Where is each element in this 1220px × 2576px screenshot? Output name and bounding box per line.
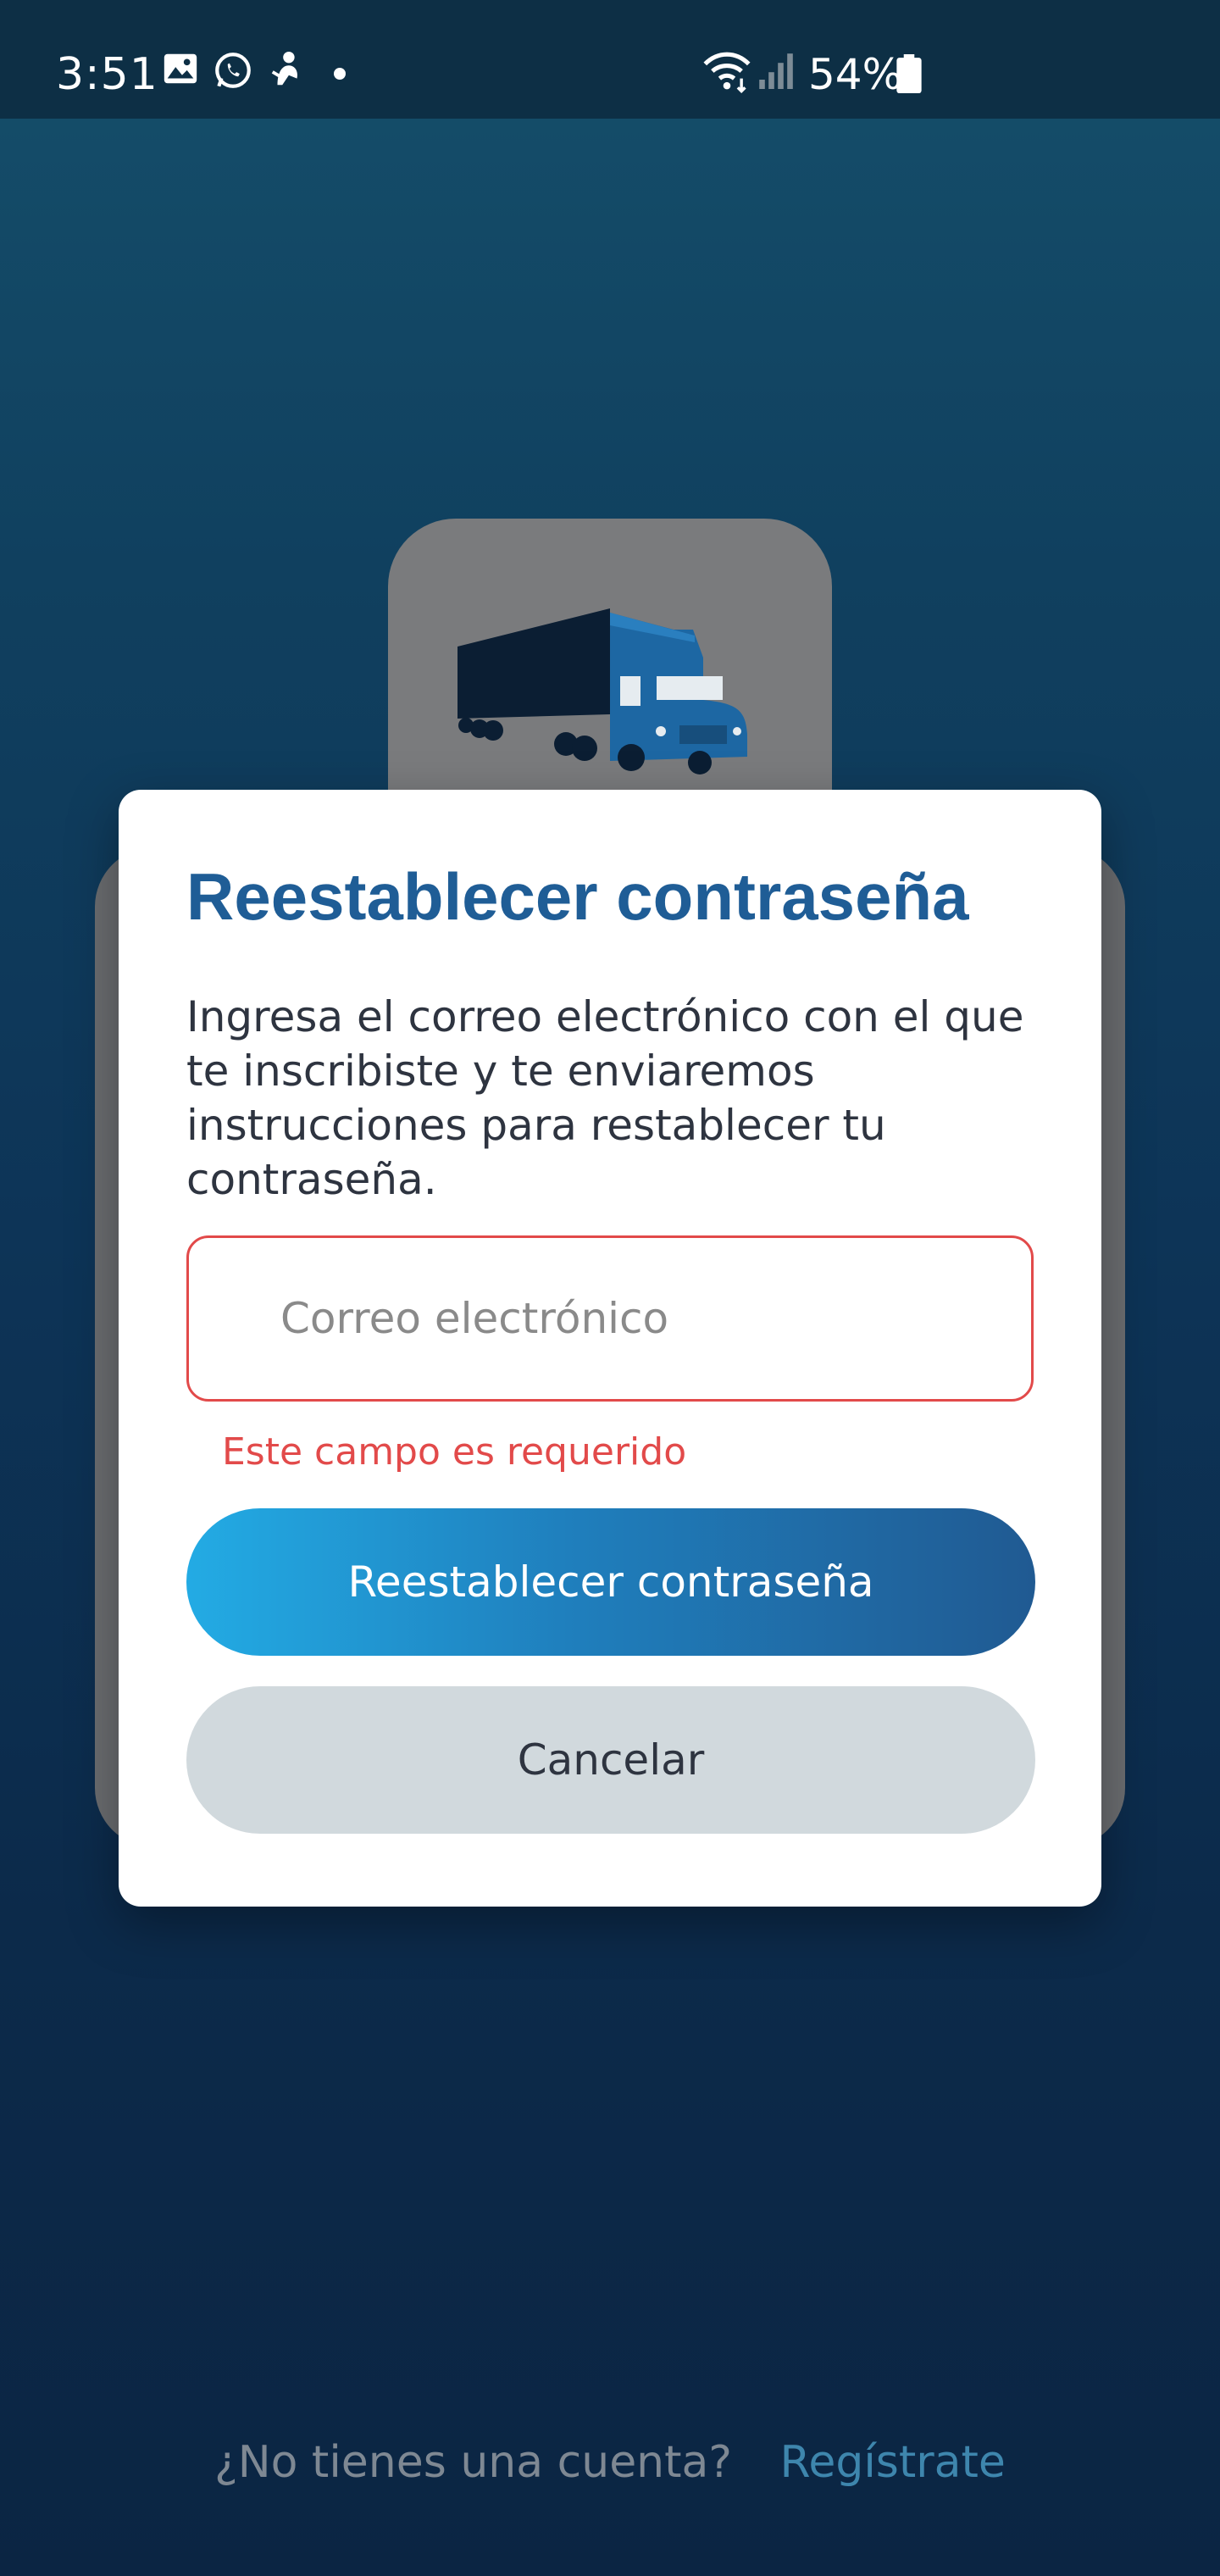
email-error-message: Este campo es requerido xyxy=(222,1430,687,1474)
dialog-title: Reestablecer contraseña xyxy=(186,859,969,934)
reset-password-button[interactable]: Reestablecer contraseña xyxy=(186,1508,1035,1656)
cancel-button[interactable]: Cancelar xyxy=(186,1686,1035,1834)
signup-prompt: ¿No tienes una cuenta? Regístrate xyxy=(0,2429,1220,2496)
email-input[interactable] xyxy=(189,1238,1031,1399)
dialog-description: Ingresa el correo electrónico con el que… xyxy=(186,992,1024,1204)
reset-password-dialog: Reestablecer contraseña Ingresa el corre… xyxy=(119,790,1101,1907)
screen: 3:51 54% Reestablecer contraseña Ingresa… xyxy=(0,0,1220,2576)
status-bar: 3:51 54% xyxy=(0,0,1220,119)
signup-link[interactable]: Regístrate xyxy=(780,2437,1006,2488)
battery-icon xyxy=(896,54,944,102)
signup-question: ¿No tienes una cuenta? xyxy=(214,2437,732,2488)
wifi-icon xyxy=(702,49,751,97)
whatsapp-icon xyxy=(212,49,259,97)
truck-icon xyxy=(458,608,747,774)
image-icon xyxy=(161,49,208,97)
signal-icon xyxy=(757,49,805,97)
status-time: 3:51 xyxy=(56,49,158,100)
email-field xyxy=(186,1235,1034,1402)
app-notification-icon xyxy=(268,49,315,97)
dot-icon xyxy=(334,68,346,80)
battery-percent: 54% xyxy=(808,50,903,99)
